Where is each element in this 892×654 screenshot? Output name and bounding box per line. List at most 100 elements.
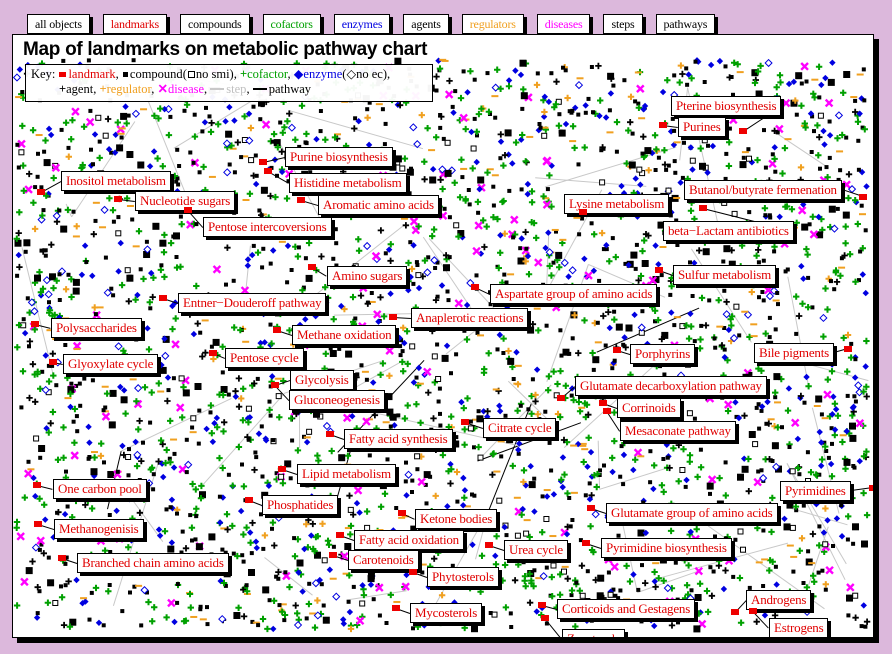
landmark-label-text[interactable]: Corrinoids xyxy=(617,398,681,418)
landmark-label-text[interactable]: Polysaccharides xyxy=(51,318,142,338)
tab-regulators[interactable]: regulators xyxy=(461,14,524,34)
tab-enzymes[interactable]: enzymes xyxy=(333,14,391,34)
landmark-label-text[interactable]: Glycolysis xyxy=(290,370,354,390)
landmark-label-text[interactable]: Carotenoids xyxy=(348,550,419,570)
landmark-label-text[interactable]: Branched chain amino acids xyxy=(77,553,229,573)
landmark-marker[interactable] xyxy=(37,189,45,195)
landmark-marker[interactable] xyxy=(326,431,334,437)
landmark-label-text[interactable]: Estrogens xyxy=(769,618,829,637)
landmark-marker[interactable] xyxy=(538,602,546,608)
landmark-marker[interactable] xyxy=(245,497,253,503)
tab-landmarks[interactable]: landmarks xyxy=(102,14,167,34)
landmark-marker[interactable] xyxy=(659,122,667,128)
landmark-label-text[interactable]: Pentose cycle xyxy=(225,348,304,368)
landmark-label-text[interactable]: Phosphatides xyxy=(262,495,339,515)
landmark-label-text[interactable]: Butanol/butyrate fermenation xyxy=(684,180,842,200)
landmark-label-text[interactable]: Purine biosynthesis xyxy=(285,147,393,167)
landmark-label-text[interactable]: Inositol metabolism xyxy=(61,171,171,191)
landmark-label-text[interactable]: Ketone bodies xyxy=(415,509,498,529)
landmark-marker[interactable] xyxy=(159,295,167,301)
landmark-label-text[interactable]: Pentose intercoversions xyxy=(203,217,332,237)
landmark-label-text[interactable]: Bile pigments xyxy=(754,343,834,363)
landmark-marker[interactable] xyxy=(259,159,267,165)
landmark-label-text[interactable]: Pyrimidine biosynthesis xyxy=(601,538,732,558)
landmark-label-text[interactable]: Androgens xyxy=(746,590,812,610)
landmark-marker[interactable] xyxy=(329,552,337,558)
landmark-marker[interactable] xyxy=(587,505,595,511)
tab-all-objects[interactable]: all objects xyxy=(27,14,90,34)
tab-diseases[interactable]: diseases xyxy=(536,14,591,34)
landmark-marker[interactable] xyxy=(613,347,621,353)
landmark-marker[interactable] xyxy=(273,327,281,333)
landmark-label-text[interactable]: Corticoids and Gestagens xyxy=(557,599,696,619)
landmark-label-text[interactable]: Zoosterols xyxy=(562,629,625,637)
tab-steps[interactable]: steps xyxy=(603,14,643,34)
landmark-marker[interactable] xyxy=(209,350,217,356)
landmark-label-text[interactable]: Glutamate decarboxylation pathway xyxy=(575,376,767,396)
landmark-label-text[interactable]: Urea cycle xyxy=(504,540,568,560)
landmark-label-text[interactable]: beta−Lactam antibiotics xyxy=(663,221,794,241)
landmark-marker[interactable] xyxy=(33,482,41,488)
landmark-marker[interactable] xyxy=(557,395,565,401)
landmark-marker[interactable] xyxy=(461,419,469,425)
landmark-marker[interactable] xyxy=(392,605,400,611)
landmark-marker[interactable] xyxy=(114,196,122,202)
landmark-marker[interactable] xyxy=(308,264,316,270)
landmark-marker[interactable] xyxy=(699,205,707,211)
landmark-marker[interactable] xyxy=(398,510,406,516)
landmark-marker[interactable] xyxy=(541,615,549,621)
landmark-marker[interactable] xyxy=(297,197,305,203)
landmark-marker[interactable] xyxy=(278,466,286,472)
landmark-label-text[interactable]: Methane oxidation xyxy=(292,325,397,345)
landmark-label-text[interactable]: Pyrimidines xyxy=(780,481,851,501)
landmark-label-text[interactable]: Gluconeogenesis xyxy=(289,390,385,410)
landmark-label-text[interactable]: Porphyrins xyxy=(630,344,696,364)
landmark-marker[interactable] xyxy=(184,207,192,213)
landmark-marker[interactable] xyxy=(49,359,57,365)
landmark-marker[interactable] xyxy=(582,540,590,546)
tab-agents[interactable]: agents xyxy=(403,14,449,34)
landmark-label-text[interactable]: Entner−Douderoff pathway xyxy=(178,293,327,313)
landmark-label-text[interactable]: Methanogenisis xyxy=(54,519,144,539)
landmark-marker[interactable] xyxy=(31,321,39,327)
landmark-label-text[interactable]: Pterine biosynthesis xyxy=(671,96,782,116)
landmark-label-text[interactable]: Amino sugars xyxy=(327,266,408,286)
landmark-label-text[interactable]: Phytosterols xyxy=(427,567,499,587)
landmark-label-text[interactable]: Sulfur metabolism xyxy=(673,265,777,285)
tab-compounds[interactable]: compounds xyxy=(179,14,250,34)
landmark-marker[interactable] xyxy=(869,485,873,491)
landmark-marker[interactable] xyxy=(336,532,344,538)
landmark-label-text[interactable]: Fatty acid oxidation xyxy=(354,530,464,550)
landmark-label-text[interactable]: Mycosterols xyxy=(410,603,483,623)
landmark-marker[interactable] xyxy=(731,609,739,615)
landmark-label-text[interactable]: Glyoxylate cycle xyxy=(63,354,159,374)
landmark-marker[interactable] xyxy=(264,168,272,174)
landmark-marker[interactable] xyxy=(485,542,493,548)
landmark-marker[interactable] xyxy=(58,555,66,561)
tab-pathways[interactable]: pathways xyxy=(655,14,716,34)
landmark-label-text[interactable]: Anaplerotic reactions xyxy=(411,308,529,328)
landmark-marker[interactable] xyxy=(859,194,867,200)
landmark-marker[interactable] xyxy=(599,400,607,406)
landmark-label-text[interactable]: Aromatic amino acids xyxy=(318,195,439,215)
landmark-label-text[interactable]: Citrate cycle xyxy=(483,418,557,438)
landmark-marker[interactable] xyxy=(579,209,587,215)
landmark-marker[interactable] xyxy=(603,408,611,414)
landmark-label-text[interactable]: Histidine metabolism xyxy=(289,173,407,193)
landmark-label-text[interactable]: Lipid metabolism xyxy=(297,464,396,484)
landmark-marker[interactable] xyxy=(389,314,397,320)
landmark-label-text[interactable]: Mesaconate pathway xyxy=(620,421,736,441)
landmark-marker[interactable] xyxy=(739,128,747,134)
landmark-marker[interactable] xyxy=(471,284,479,290)
landmark-marker[interactable] xyxy=(749,608,757,614)
tab-cofactors[interactable]: cofactors xyxy=(262,14,321,34)
landmark-label-text[interactable]: Glutamate group of amino acids xyxy=(606,503,778,523)
landmark-marker[interactable] xyxy=(34,521,42,527)
landmark-marker[interactable] xyxy=(409,569,417,575)
landmark-marker[interactable] xyxy=(271,382,279,388)
landmark-label-text[interactable]: One carbon pool xyxy=(53,479,147,499)
landmark-label-text[interactable]: Aspartate group of amino acids xyxy=(490,284,658,304)
landmark-label-text[interactable]: Purines xyxy=(678,117,726,137)
landmark-marker[interactable] xyxy=(655,267,663,273)
landmark-label-text[interactable]: Fatty acid synthesis xyxy=(344,429,453,449)
